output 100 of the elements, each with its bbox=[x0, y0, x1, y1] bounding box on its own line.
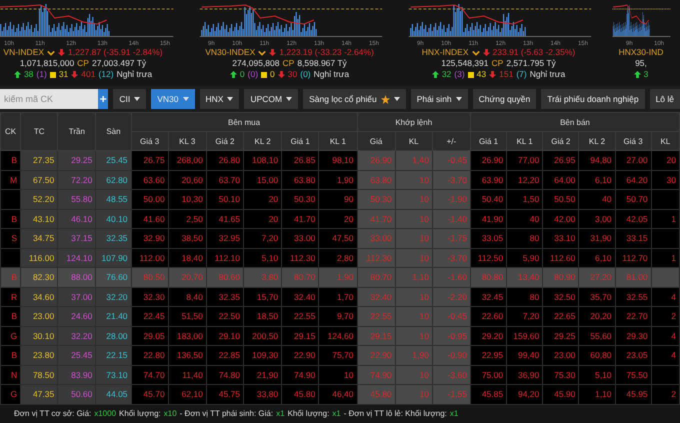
down-arrow-icon bbox=[482, 49, 490, 56]
table-cell: 41.60 bbox=[131, 209, 168, 228]
market-dropdown[interactable]: UPCOM bbox=[244, 89, 298, 109]
add-button[interactable]: + bbox=[98, 89, 108, 109]
table-cell: 99,40 bbox=[506, 346, 543, 365]
table-cell: 80.90 bbox=[542, 268, 579, 287]
table-cell: 1,10 bbox=[395, 268, 432, 287]
table-cell: 33.00 bbox=[282, 228, 319, 248]
table-cell: 29.25 bbox=[542, 326, 579, 346]
category-button[interactable]: Lô lẻ bbox=[650, 89, 680, 109]
table-cell: 10 bbox=[395, 326, 432, 346]
table-cell: -0.95 bbox=[432, 326, 470, 346]
table-cell: 45.85 bbox=[470, 384, 507, 404]
table-cell: 38,50 bbox=[168, 228, 206, 248]
table-cell: 32.95 bbox=[206, 228, 244, 248]
table-cell: 50.10 bbox=[206, 190, 244, 209]
table-cell: 37.15 bbox=[58, 228, 96, 248]
table-cell: 10 bbox=[395, 248, 432, 268]
symbol-cell[interactable] bbox=[0, 190, 21, 209]
advances-count: 3 bbox=[644, 69, 648, 80]
table-cell: 10 bbox=[395, 384, 432, 404]
market-dropdown[interactable]: HNX bbox=[200, 89, 240, 109]
symbol-cell[interactable] bbox=[0, 248, 21, 268]
table-cell: 1,90 bbox=[318, 170, 357, 190]
table-cell: 26.95 bbox=[542, 150, 579, 170]
chevron-down-icon[interactable] bbox=[258, 50, 266, 56]
table-cell: 108,10 bbox=[244, 150, 282, 170]
table-cell: 43.10 bbox=[20, 209, 58, 228]
floor-count: (0) bbox=[300, 69, 311, 80]
table-cell: 10 bbox=[395, 287, 432, 306]
table-cell: 26.75 bbox=[131, 150, 168, 170]
table-cell: 3,80 bbox=[244, 268, 282, 287]
table-cell: 63.70 bbox=[206, 170, 244, 190]
table-cell: 32.20 bbox=[58, 326, 96, 346]
table-cell: 94,20 bbox=[506, 384, 543, 404]
table-cell: 32.30 bbox=[131, 287, 168, 306]
category-button[interactable]: Chứng quyền bbox=[472, 89, 536, 109]
down-arrow-icon bbox=[489, 71, 496, 78]
unchanged-count: 31 bbox=[58, 69, 68, 80]
symbol-cell[interactable]: N bbox=[0, 365, 21, 384]
table-cell: 50.00 bbox=[131, 190, 168, 209]
table-cell: 80.70 bbox=[357, 268, 396, 287]
table-cell: 10 bbox=[395, 365, 432, 384]
symbol-cell[interactable]: S bbox=[0, 228, 21, 248]
search-field[interactable]: kiếm mã CK bbox=[0, 89, 98, 109]
unit-value: x1 bbox=[450, 409, 458, 418]
table-cell: 45.80 bbox=[357, 384, 396, 404]
chevron-down-icon[interactable] bbox=[47, 50, 56, 56]
table-cell: -3.70 bbox=[432, 170, 470, 190]
table-cell: 1,70 bbox=[318, 287, 357, 306]
column-header: Trần bbox=[58, 112, 96, 150]
market-dropdown[interactable]: VN30 bbox=[151, 89, 195, 109]
symbol-cell[interactable]: B bbox=[0, 209, 21, 228]
table-cell: 112.30 bbox=[357, 248, 396, 268]
table-cell: 80.60 bbox=[206, 268, 244, 287]
table-cell: 2 bbox=[651, 384, 680, 404]
table-cell: 45.90 bbox=[542, 384, 579, 404]
category-button[interactable]: Trái phiếu doanh nghiệp bbox=[541, 89, 645, 109]
table-cell: 60,80 bbox=[578, 346, 616, 365]
column-group-header: Bên mua bbox=[131, 112, 357, 132]
symbol-cell[interactable]: B bbox=[0, 346, 21, 365]
table-cell: 27.35 bbox=[20, 150, 58, 170]
table-cell: 33.10 bbox=[542, 228, 579, 248]
market-dropdown[interactable]: CII bbox=[113, 89, 146, 109]
table-cell: 7,20 bbox=[244, 228, 282, 248]
symbol-cell[interactable]: B bbox=[0, 150, 21, 170]
symbol-cell[interactable]: G bbox=[0, 326, 21, 346]
table-cell: 50.30 bbox=[282, 190, 319, 209]
chevron-down-icon[interactable] bbox=[472, 50, 480, 56]
market-dropdown[interactable]: Phái sinh bbox=[410, 89, 468, 109]
caret-icon bbox=[134, 97, 140, 101]
table-cell: 52.20 bbox=[20, 190, 58, 209]
market-status: Nghỉ trưa bbox=[530, 69, 566, 80]
advances-count: 0 bbox=[240, 69, 245, 80]
declines-count: 151 bbox=[499, 69, 514, 80]
table-cell: 18,50 bbox=[244, 306, 282, 326]
index-turnover: 8,598.967 Tỷ bbox=[297, 58, 347, 69]
table-cell: 46.10 bbox=[58, 209, 96, 228]
symbol-cell[interactable]: R bbox=[0, 287, 21, 306]
index-volume: 95, bbox=[635, 58, 647, 69]
table-cell: -1.75 bbox=[432, 228, 470, 248]
table-cell: -3.60 bbox=[432, 365, 470, 384]
table-cell: 159,60 bbox=[506, 326, 543, 346]
table-cell: 2,50 bbox=[168, 209, 206, 228]
table-cell: 4 bbox=[651, 346, 680, 365]
symbol-cell[interactable]: M bbox=[0, 170, 21, 190]
column-header: Giá 3 bbox=[615, 132, 652, 150]
table-cell: 48.55 bbox=[96, 190, 132, 209]
unit-value: x1000 bbox=[94, 409, 116, 418]
table-cell: 41.70 bbox=[282, 209, 319, 228]
table-cell: 1,50 bbox=[506, 190, 543, 209]
filter-dropdown[interactable]: Sàng lọc cổ phiếu bbox=[303, 89, 406, 109]
column-header: Giá 2 bbox=[542, 132, 579, 150]
symbol-cell[interactable]: G bbox=[0, 384, 21, 404]
table-cell: 45.70 bbox=[131, 384, 168, 404]
table-cell: 90 bbox=[318, 190, 357, 209]
symbol-cell[interactable]: B bbox=[0, 306, 21, 326]
table-cell: 50.40 bbox=[470, 190, 507, 209]
table-cell: 22.70 bbox=[615, 306, 652, 326]
table-cell: 22.90 bbox=[282, 346, 319, 365]
